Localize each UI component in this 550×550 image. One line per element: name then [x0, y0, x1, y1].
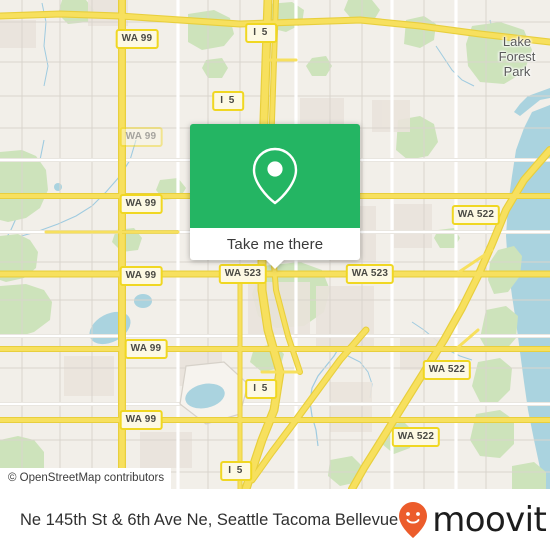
moovit-smiley-pin-icon: [399, 501, 428, 538]
take-me-there-label: Take me there: [226, 235, 324, 253]
shield-i-5-a: I 5: [245, 23, 277, 43]
shield-wa-99-e: WA 99: [124, 339, 168, 359]
water-pond-small: [54, 183, 62, 191]
shield-wa-522-b: WA 522: [422, 360, 472, 380]
moovit-map-screenshot: Lake Forest Park WA 99 I 5 I 5 WA 99 WA 99 WA…: [0, 0, 550, 550]
shield-i-5-c: I 5: [245, 379, 277, 399]
popup-footer[interactable]: Take me there: [190, 228, 360, 269]
map-pin-icon: [252, 147, 298, 205]
place-label-line-2: Forest: [498, 49, 536, 64]
location-title: Ne 145th St & 6th Ave Ne, Seattle Tacoma…: [20, 510, 399, 529]
shield-wa-523-a: WA 523: [218, 264, 268, 284]
shield-wa-523-b: WA 523: [345, 264, 395, 284]
shield-wa-522-c: WA 522: [391, 427, 441, 447]
bottom-bar: Ne 145th St & 6th Ave Ne, Seattle Tacoma…: [0, 489, 550, 550]
popup-header: [190, 124, 360, 228]
shield-wa-99-a: WA 99: [115, 29, 159, 49]
popup-pointer-tail: [265, 259, 285, 269]
place-label-line-1: Lake: [502, 34, 532, 49]
shield-wa-99-f: WA 99: [119, 410, 163, 430]
shield-wa-99-b: WA 99: [119, 127, 163, 147]
shield-i-5-d: I 5: [220, 461, 252, 481]
map-canvas[interactable]: Lake Forest Park WA 99 I 5 I 5 WA 99 WA 99 WA…: [0, 0, 550, 489]
moovit-brand[interactable]: moovit: [398, 499, 547, 540]
osm-attribution[interactable]: © OpenStreetMap contributors: [0, 468, 172, 489]
destination-popup[interactable]: Take me there: [190, 124, 360, 269]
place-label-lake-forest-park: Lake Forest Park: [472, 34, 550, 79]
water-haller-lake: [134, 294, 152, 308]
moovit-wordmark: moovit: [432, 499, 547, 540]
place-label-line-3: Park: [503, 64, 531, 79]
shield-wa-99-c: WA 99: [119, 194, 163, 214]
shield-wa-522-a: WA 522: [451, 205, 501, 225]
shield-wa-99-d: WA 99: [119, 266, 163, 286]
shield-i-5-b: I 5: [212, 91, 244, 111]
